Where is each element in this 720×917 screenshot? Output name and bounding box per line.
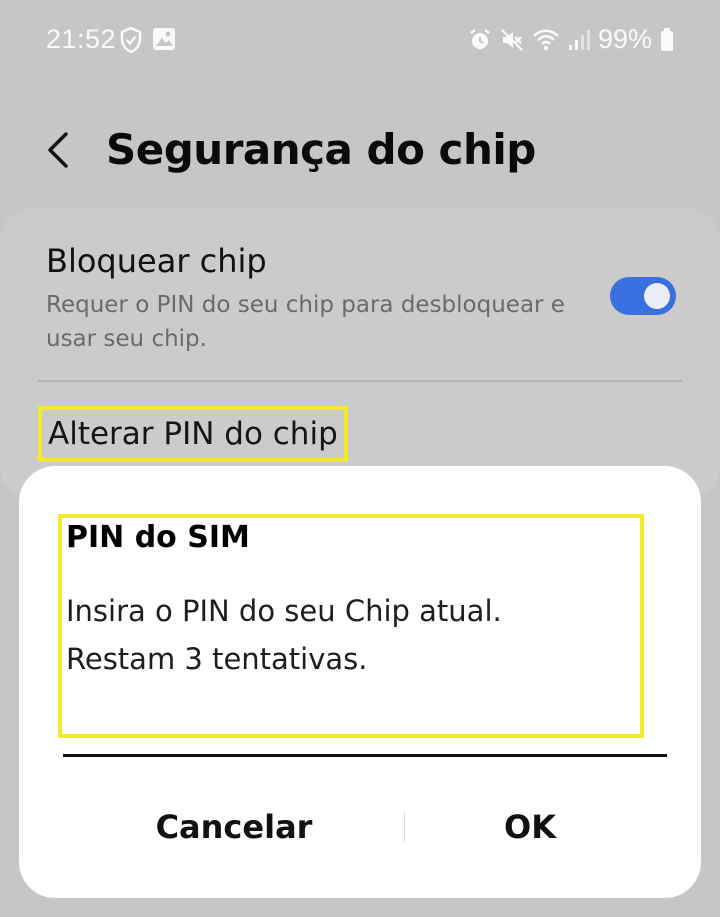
setting-lock-chip-title: Bloquear chip <box>46 242 267 280</box>
alarm-icon <box>468 28 492 52</box>
signal-icon <box>568 28 590 52</box>
shield-icon <box>120 27 142 53</box>
dialog-message-line-1: Insira o PIN do seu Chip atual. <box>66 594 502 628</box>
dialog-buttons: Cancelar OK <box>19 792 701 862</box>
status-time: 21:52 <box>46 24 117 54</box>
status-bar: 21:52 99% <box>0 0 720 80</box>
status-left-icons <box>120 27 176 53</box>
app-header: Segurança do chip <box>0 100 720 200</box>
setting-change-pin[interactable]: Alterar PIN do chip <box>38 406 348 462</box>
setting-lock-chip-subtitle: Requer o PIN do seu chip para desbloquea… <box>46 292 565 352</box>
gallery-icon <box>152 27 176 53</box>
wifi-icon <box>532 28 560 52</box>
settings-card: Bloquear chip Requer o PIN do seu chip p… <box>0 208 720 498</box>
chevron-left-icon <box>48 132 68 168</box>
status-right: 99% <box>468 24 674 55</box>
toggle-knob <box>644 283 670 309</box>
divider <box>38 380 682 382</box>
mute-icon <box>500 28 524 52</box>
dialog-message: Insira o PIN do seu Chip atual. Restam 3… <box>66 587 626 683</box>
lock-chip-toggle[interactable] <box>610 277 676 315</box>
dialog-title: PIN do SIM <box>66 520 250 555</box>
pin-dialog: PIN do SIM Insira o PIN do seu Chip atua… <box>19 466 701 898</box>
dialog-message-line-2: Restam 3 tentativas. <box>66 642 368 676</box>
ok-button[interactable]: OK <box>375 792 685 862</box>
pin-input-field[interactable] <box>63 754 667 757</box>
page-title: Segurança do chip <box>106 125 536 174</box>
cancel-button[interactable]: Cancelar <box>79 792 389 862</box>
battery-percentage: 99% <box>597 24 652 54</box>
back-button[interactable] <box>38 128 78 172</box>
battery-icon <box>660 27 674 52</box>
